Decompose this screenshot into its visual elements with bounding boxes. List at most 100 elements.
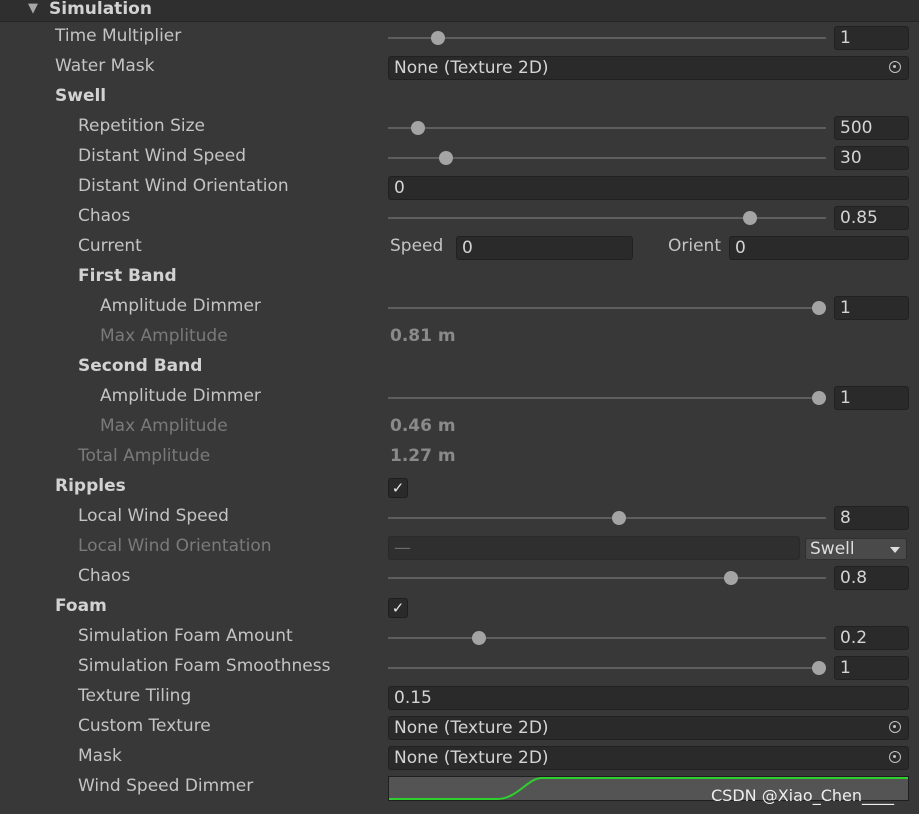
current-orient-field[interactable]: 0: [729, 236, 909, 260]
slider-thumb[interactable]: [430, 31, 445, 45]
simulation-foam-smoothness-label: Simulation Foam Smoothness: [78, 656, 331, 676]
current-orient-label: Orient: [668, 236, 721, 256]
second-band-max-amplitude-value: 0.46 m: [390, 416, 456, 436]
second-band-amplitude-dimmer-slider[interactable]: [388, 383, 826, 413]
repetition-size-row: Repetition Size 500: [0, 113, 919, 143]
distant-wind-speed-slider[interactable]: [388, 143, 826, 173]
distant-wind-orientation-row: Distant Wind Orientation 0: [0, 173, 919, 203]
foam-row: Foam ✓: [0, 593, 919, 623]
texture-tiling-label: Texture Tiling: [78, 686, 192, 706]
foam-mask-label: Mask: [78, 746, 122, 766]
swell-chaos-label: Chaos: [78, 206, 131, 226]
slider-thumb[interactable]: [812, 391, 826, 405]
time-multiplier-field[interactable]: 1: [834, 26, 909, 50]
distant-wind-orientation-field[interactable]: 0: [388, 176, 909, 200]
first-band-amplitude-dimmer-slider[interactable]: [388, 293, 826, 323]
simulation-foam-amount-label: Simulation Foam Amount: [78, 626, 293, 646]
local-wind-speed-field[interactable]: 8: [834, 506, 909, 530]
simulation-foam-amount-slider[interactable]: [388, 623, 826, 653]
local-wind-orientation-row: Local Wind Orientation — Swell: [0, 533, 919, 563]
time-multiplier-label: Time Multiplier: [55, 26, 182, 46]
current-speed-field[interactable]: 0: [456, 236, 633, 260]
foldout-arrow-icon[interactable]: ▼: [28, 1, 38, 16]
swell-heading: Swell: [55, 86, 107, 106]
slider-track: [388, 157, 826, 159]
simulation-foam-amount-field[interactable]: 0.2: [834, 626, 909, 650]
object-picker-icon[interactable]: [889, 61, 901, 73]
local-wind-orientation-mode-dropdown[interactable]: Swell: [805, 538, 907, 560]
foam-heading: Foam: [55, 596, 107, 616]
object-picker-icon[interactable]: [889, 721, 901, 733]
first-band-amplitude-dimmer-row: Amplitude Dimmer 1: [0, 293, 919, 323]
distant-wind-orientation-label: Distant Wind Orientation: [78, 176, 289, 196]
object-picker-icon[interactable]: [889, 751, 901, 763]
watermark-text: CSDN @Xiao_Chen____: [711, 786, 894, 805]
simulation-foam-smoothness-row: Simulation Foam Smoothness 1: [0, 653, 919, 683]
foam-checkbox[interactable]: ✓: [388, 598, 408, 618]
wind-speed-dimmer-curve-field[interactable]: CSDN @Xiao_Chen____: [388, 776, 909, 805]
water-mask-value: None (Texture 2D): [394, 58, 549, 78]
texture-tiling-field[interactable]: 0.15: [388, 686, 909, 710]
slider-thumb[interactable]: [723, 571, 738, 585]
repetition-size-label: Repetition Size: [78, 116, 206, 136]
distant-wind-speed-field[interactable]: 30: [834, 146, 909, 170]
total-amplitude-label: Total Amplitude: [78, 446, 211, 466]
dropdown-selected-value: Swell: [810, 539, 855, 559]
repetition-size-slider[interactable]: [388, 113, 826, 143]
time-multiplier-slider[interactable]: [388, 23, 826, 53]
simulation-foam-smoothness-field[interactable]: 1: [834, 656, 909, 680]
water-mask-row: Water Mask None (Texture 2D): [0, 53, 919, 83]
dropdown-arrow-icon: [890, 547, 900, 553]
ripples-chaos-slider[interactable]: [388, 563, 826, 593]
slider-track: [388, 397, 826, 399]
foam-mask-value: None (Texture 2D): [394, 748, 549, 768]
slider-track: [388, 127, 826, 129]
time-multiplier-row: Time Multiplier 1: [0, 23, 919, 53]
slider-track: [388, 517, 826, 519]
first-band-amplitude-dimmer-label: Amplitude Dimmer: [100, 296, 261, 316]
local-wind-speed-slider[interactable]: [388, 503, 826, 533]
simulation-foam-amount-row: Simulation Foam Amount 0.2: [0, 623, 919, 653]
current-speed-label: Speed: [390, 236, 444, 256]
slider-thumb[interactable]: [611, 511, 626, 525]
custom-texture-object-field[interactable]: None (Texture 2D): [388, 716, 909, 740]
second-band-amplitude-dimmer-field[interactable]: 1: [834, 386, 909, 410]
ripples-heading: Ripples: [55, 476, 126, 496]
second-band-amplitude-dimmer-label: Amplitude Dimmer: [100, 386, 261, 406]
swell-chaos-slider[interactable]: [388, 203, 826, 233]
second-band-max-amplitude-row: Max Amplitude 0.46 m: [0, 413, 919, 443]
slider-track: [388, 577, 826, 579]
slider-thumb[interactable]: [439, 151, 454, 165]
water-mask-object-field[interactable]: None (Texture 2D): [388, 56, 909, 80]
current-row: Current Speed 0 Orient 0: [0, 233, 919, 263]
ripples-chaos-label: Chaos: [78, 566, 131, 586]
first-band-amplitude-dimmer-field[interactable]: 1: [834, 296, 909, 320]
slider-thumb[interactable]: [471, 631, 486, 645]
foam-mask-object-field[interactable]: None (Texture 2D): [388, 746, 909, 770]
swell-chaos-field[interactable]: 0.85: [834, 206, 909, 230]
local-wind-orientation-field: —: [388, 536, 800, 560]
section-title: Simulation: [49, 0, 152, 19]
current-label: Current: [78, 236, 142, 256]
texture-tiling-row: Texture Tiling 0.15: [0, 683, 919, 713]
repetition-size-field[interactable]: 500: [834, 116, 909, 140]
distant-wind-speed-row: Distant Wind Speed 30: [0, 143, 919, 173]
first-band-max-amplitude-row: Max Amplitude 0.81 m: [0, 323, 919, 353]
local-wind-speed-label: Local Wind Speed: [78, 506, 229, 526]
slider-track: [388, 217, 826, 219]
local-wind-orientation-label: Local Wind Orientation: [78, 536, 272, 556]
second-band-max-amplitude-label: Max Amplitude: [100, 416, 228, 436]
first-band-heading-row: First Band: [0, 263, 919, 293]
simulation-foldout-header[interactable]: ▼ Simulation: [0, 0, 919, 22]
simulation-foam-smoothness-slider[interactable]: [388, 653, 826, 683]
slider-track: [388, 37, 826, 39]
ripples-chaos-field[interactable]: 0.8: [834, 566, 909, 590]
ripples-checkbox[interactable]: ✓: [388, 478, 408, 498]
slider-thumb[interactable]: [812, 301, 826, 315]
slider-thumb[interactable]: [411, 121, 426, 135]
slider-track: [388, 637, 826, 639]
slider-thumb[interactable]: [743, 211, 758, 225]
local-wind-speed-row: Local Wind Speed 8: [0, 503, 919, 533]
custom-texture-value: None (Texture 2D): [394, 718, 549, 738]
slider-thumb[interactable]: [812, 661, 826, 675]
